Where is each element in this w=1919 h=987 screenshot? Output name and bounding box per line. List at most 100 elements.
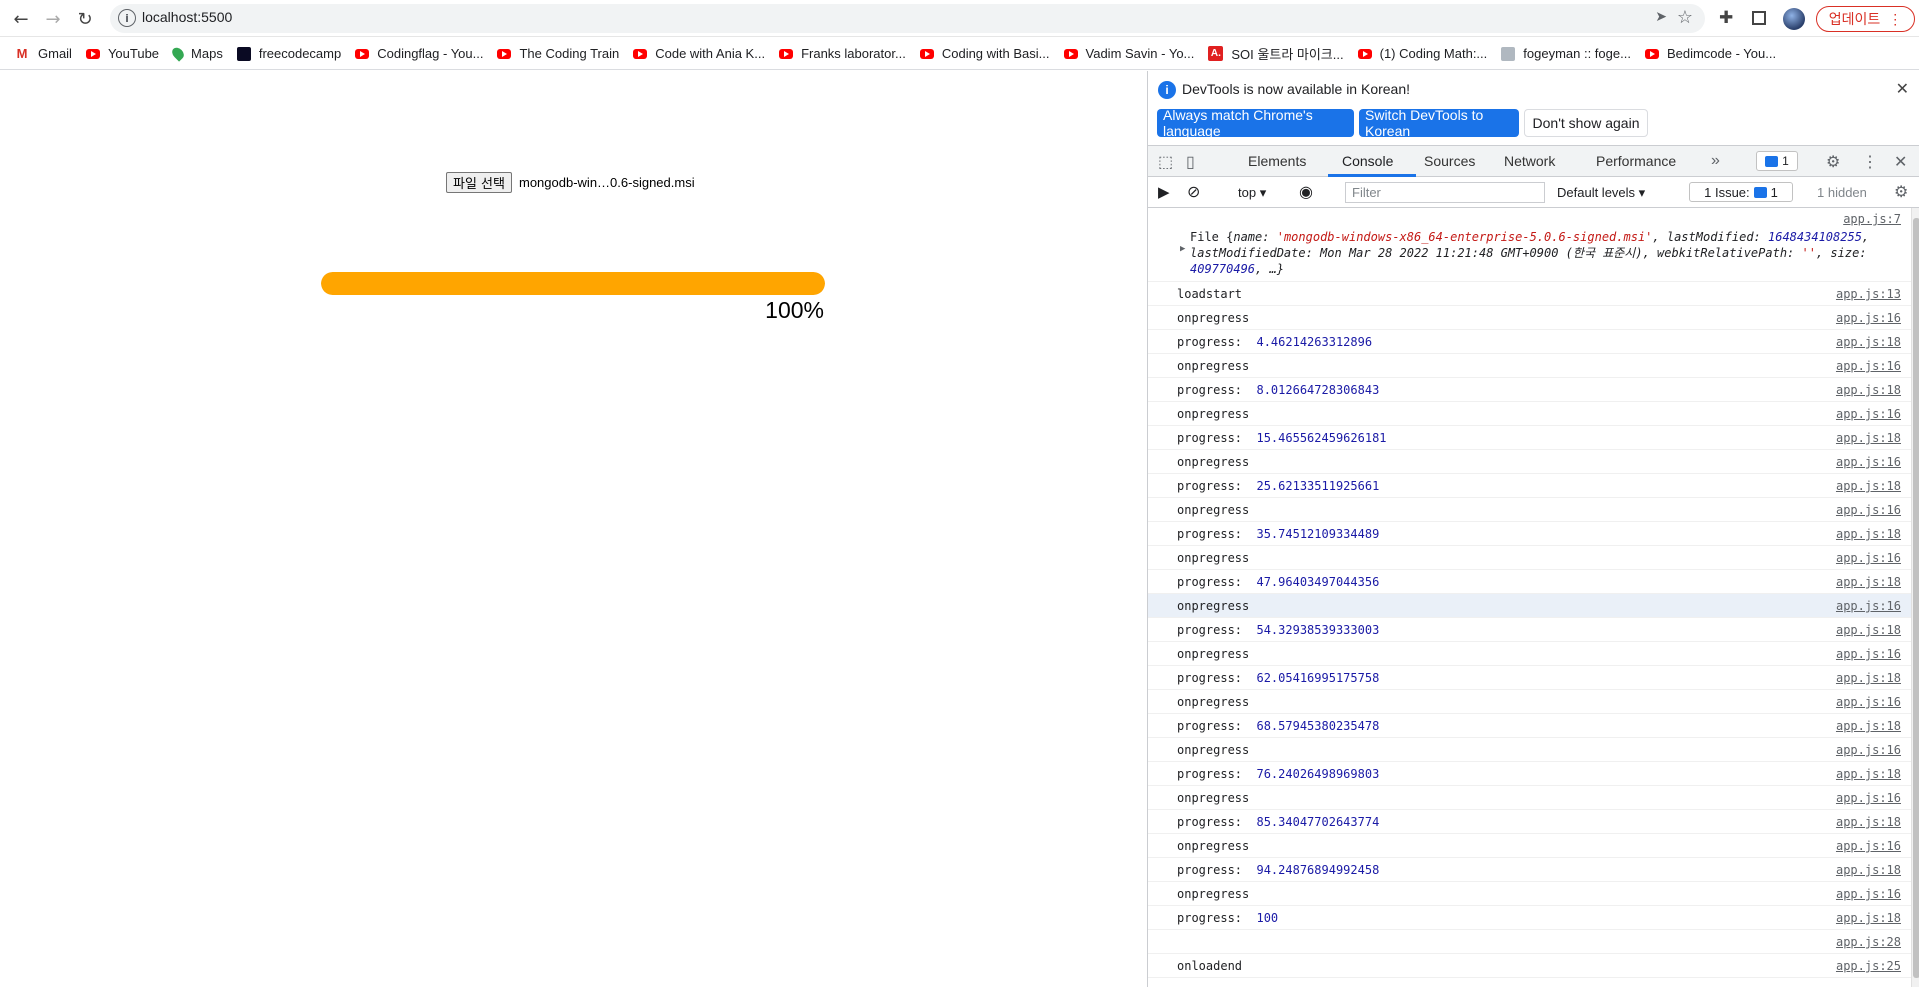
console-log-row[interactable]: onpregress app.js:16 [1148,738,1911,762]
log-source-link[interactable]: app.js:16 [1836,599,1901,613]
console-log-row[interactable]: progress: 100 app.js:18 [1148,906,1911,930]
device-toolbar-icon[interactable]: ▯ [1186,152,1195,172]
log-source-link[interactable]: app.js:13 [1836,287,1901,301]
log-source-link[interactable]: app.js:18 [1836,335,1901,349]
site-info-icon[interactable]: i [118,9,136,27]
forward-arrow-icon[interactable]: → [40,6,66,32]
console-log-row[interactable]: onpregress app.js:16 [1148,498,1911,522]
log-source-link[interactable]: app.js:16 [1836,791,1901,805]
bookmark-star-icon[interactable]: ☆ [1677,7,1693,28]
console-log-row[interactable]: onloadend app.js:25 [1148,954,1911,978]
log-source-link[interactable]: app.js:16 [1836,695,1901,709]
bookmark-item[interactable]: Codingflag - You... [355,46,483,61]
log-source-link[interactable]: app.js:18 [1836,479,1901,493]
log-source-link[interactable]: app.js:16 [1836,647,1901,661]
address-url[interactable]: localhost:5500 [142,9,232,25]
console-log-row[interactable]: onpregress app.js:16 [1148,690,1911,714]
console-log-row[interactable]: progress: 62.05416995175758 app.js:18 [1148,666,1911,690]
log-source-link[interactable]: app.js:18 [1836,623,1901,637]
dont-show-again-button[interactable]: Don't show again [1524,109,1648,137]
log-source-link[interactable]: app.js:18 [1836,431,1901,445]
bookmark-item[interactable]: Vadim Savin - Yo... [1063,46,1194,61]
console-log-row[interactable]: progress: 54.32938539333003 app.js:18 [1148,618,1911,642]
side-panel-icon[interactable] [1752,11,1766,25]
extensions-puzzle-icon[interactable]: ✚ [1719,8,1733,28]
settings-gear-icon[interactable]: ⚙ [1826,152,1840,172]
bookmark-item[interactable]: Coding with Basi... [919,46,1050,61]
console-log-row[interactable]: onpregress app.js:16 [1148,306,1911,330]
update-button[interactable]: 업데이트 ⋮ [1816,6,1915,32]
console-log-row[interactable]: app.js:28 [1148,930,1911,954]
console-log-row[interactable]: onpregress app.js:16 [1148,594,1911,618]
log-source-link[interactable]: app.js:16 [1836,311,1901,325]
console-log-row[interactable]: progress: 47.96403497044356 app.js:18 [1148,570,1911,594]
expand-triangle-icon[interactable]: ▶ [1180,244,1185,254]
console-log-row[interactable]: progress: 85.34047702643774 app.js:18 [1148,810,1911,834]
log-source-link[interactable]: app.js:7 [1843,212,1901,226]
log-source-link[interactable]: app.js:18 [1836,575,1901,589]
close-icon[interactable]: ✕ [1896,79,1909,99]
profile-avatar[interactable] [1783,8,1805,30]
log-source-link[interactable]: app.js:18 [1836,767,1901,781]
log-source-link[interactable]: app.js:18 [1836,911,1901,925]
send-tab-icon[interactable]: ➤ [1655,9,1667,25]
log-source-link[interactable]: app.js:16 [1836,503,1901,517]
tab-sources[interactable]: Sources [1424,153,1475,169]
log-source-link[interactable]: app.js:18 [1836,383,1901,397]
bookmark-item[interactable]: Franks laborator... [779,46,906,61]
console-log-row[interactable]: onpregress app.js:16 [1148,450,1911,474]
console-file-log[interactable]: app.js:7 ▶ File {name: 'mongodb-windows-… [1148,208,1911,282]
inspect-element-icon[interactable]: ⬚ [1158,152,1173,172]
console-log-row[interactable]: progress: 76.24026498969803 app.js:18 [1148,762,1911,786]
bookmark-item[interactable]: (1) Coding Math:... [1357,46,1487,61]
address-bar[interactable]: i localhost:5500 ➤ ☆ [110,4,1705,33]
console-log-row[interactable]: progress: 4.46214263312896 app.js:18 [1148,330,1911,354]
bookmark-item[interactable]: YouTube [85,46,159,61]
log-source-link[interactable]: app.js:18 [1836,527,1901,541]
console-log-row[interactable]: onpregress app.js:16 [1148,834,1911,858]
switch-korean-button[interactable]: Switch DevTools to Korean [1359,107,1519,139]
more-tabs-chevron-icon[interactable]: » [1711,152,1720,170]
console-log-row[interactable]: onpregress app.js:16 [1148,354,1911,378]
console-log-row[interactable]: onpregress app.js:16 [1148,882,1911,906]
log-source-link[interactable]: app.js:16 [1836,551,1901,565]
bookmark-item[interactable]: A. SOI 울트라 마이크... [1208,44,1344,63]
kebab-menu-icon[interactable]: ⋮ [1862,152,1878,172]
log-source-link[interactable]: app.js:16 [1836,359,1901,373]
scrollbar-thumb[interactable] [1913,218,1919,978]
tab-performance[interactable]: Performance [1596,153,1676,169]
context-selector[interactable]: top ▾ [1238,185,1266,201]
log-source-link[interactable]: app.js:18 [1836,863,1901,877]
file-select-button[interactable]: 파일 선택 [446,172,512,193]
match-language-button[interactable]: Always match Chrome's language [1157,107,1354,139]
console-log-row[interactable]: onpregress app.js:16 [1148,786,1911,810]
back-arrow-icon[interactable]: ← [8,6,34,32]
log-source-link[interactable]: app.js:25 [1836,959,1901,973]
bookmark-item[interactable]: freecodecamp [236,46,341,61]
issues-badge[interactable]: 1 Issue: 1 [1689,182,1793,202]
bookmark-item[interactable]: M Gmail [14,46,72,61]
log-source-link[interactable]: app.js:16 [1836,407,1901,421]
console-log-row[interactable]: progress: 8.012664728306843 app.js:18 [1148,378,1911,402]
log-source-link[interactable]: app.js:18 [1836,671,1901,685]
console-log-row[interactable]: progress: 68.57945380235478 app.js:18 [1148,714,1911,738]
close-devtools-icon[interactable]: ✕ [1894,152,1907,172]
console-log-row[interactable]: loadstart app.js:13 [1148,282,1911,306]
clear-console-icon[interactable]: ⊘ [1187,182,1200,202]
bookmark-item[interactable]: Maps [169,45,223,62]
reload-icon[interactable]: ↻ [72,6,98,32]
bookmark-item[interactable]: Code with Ania K... [633,46,765,61]
live-expression-eye-icon[interactable]: ◉ [1299,182,1313,202]
messages-badge[interactable]: 1 [1756,151,1798,171]
bookmark-item[interactable]: The Coding Train [497,46,619,61]
log-source-link[interactable]: app.js:18 [1836,815,1901,829]
tab-console[interactable]: Console [1342,153,1393,169]
console-log-row[interactable]: onpregress app.js:16 [1148,402,1911,426]
console-scrollbar[interactable] [1911,208,1919,987]
console-log-row[interactable]: onpregress app.js:16 [1148,546,1911,570]
bookmark-item[interactable]: Bedimcode - You... [1644,46,1776,61]
console-log-row[interactable]: progress: 94.24876894992458 app.js:18 [1148,858,1911,882]
log-source-link[interactable]: app.js:28 [1836,935,1901,949]
log-source-link[interactable]: app.js:16 [1836,887,1901,901]
tab-elements[interactable]: Elements [1248,153,1306,169]
